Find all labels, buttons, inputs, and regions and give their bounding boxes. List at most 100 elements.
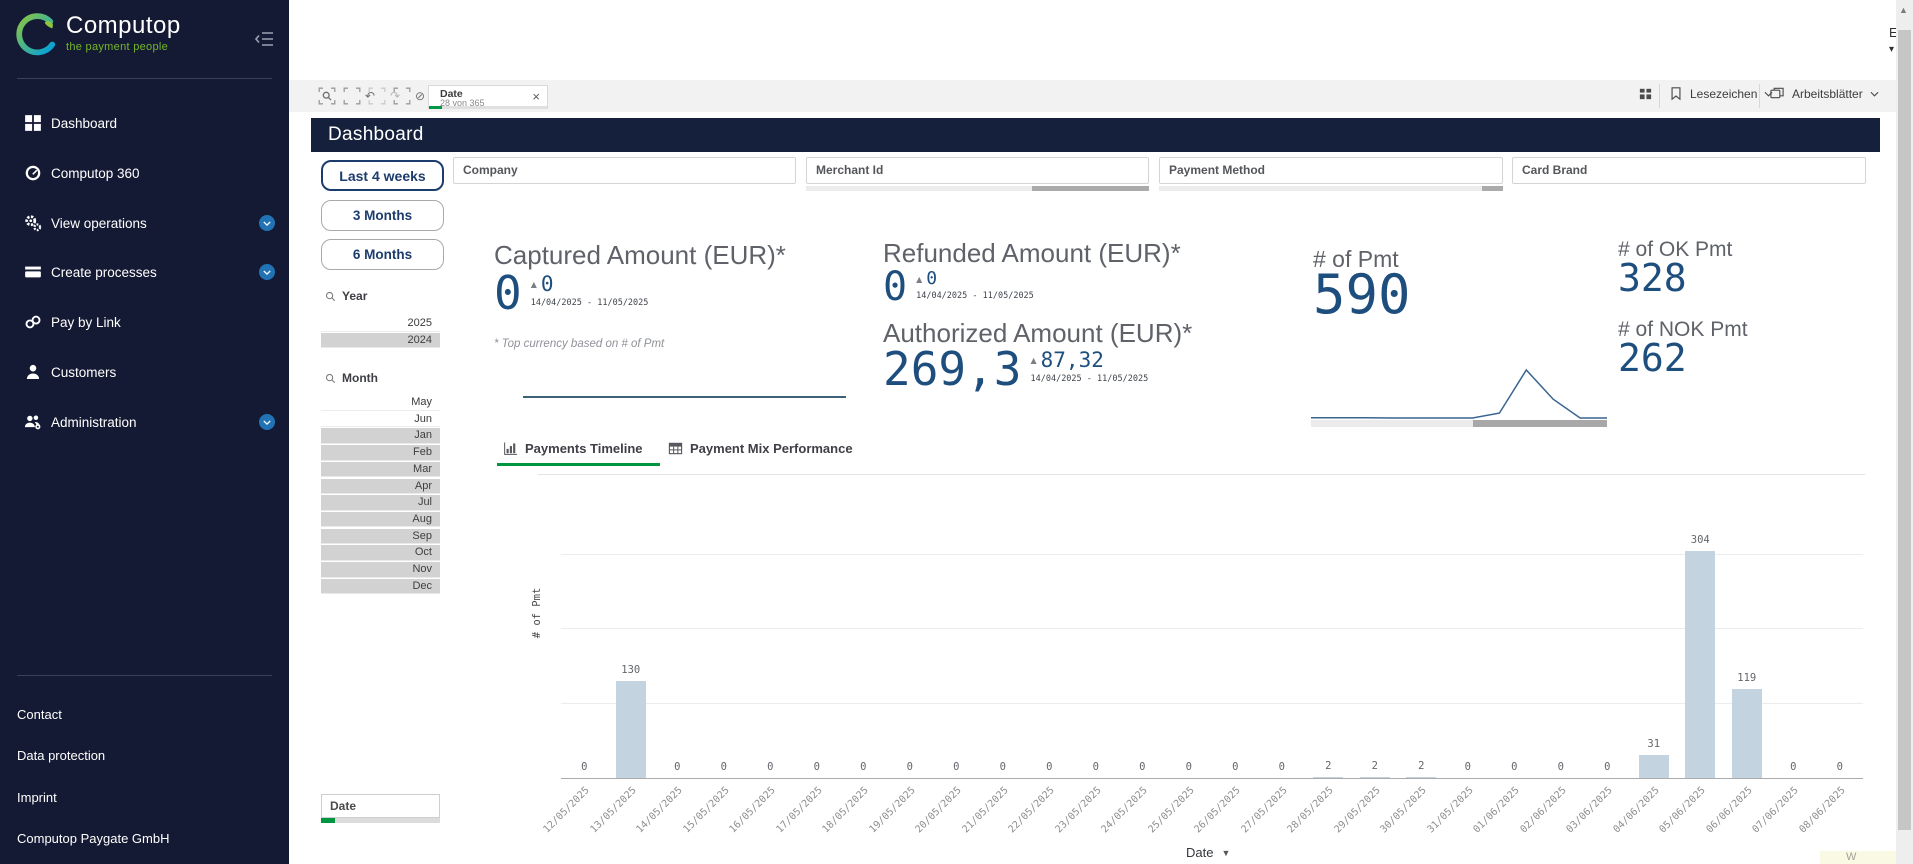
gears-icon: [24, 214, 42, 232]
year-listbox-header[interactable]: Year: [325, 289, 367, 303]
clear-icon: ⊘: [411, 87, 429, 105]
quick-filter-3-months[interactable]: 3 Months: [321, 200, 444, 231]
month-option-apr[interactable]: Apr: [321, 479, 440, 495]
bar-value-label: 0: [1577, 761, 1637, 773]
bar-29/05/2025[interactable]: [1360, 777, 1390, 779]
bar-05/06/2025[interactable]: [1685, 551, 1715, 778]
table-icon: [668, 441, 683, 456]
kpi-authorized[interactable]: 269,3 ▲ 87,32 14/04/2025 - 11/05/2025: [883, 350, 1148, 390]
brand-logo[interactable]: Computop the payment people: [16, 12, 181, 58]
tab-payments-timeline[interactable]: Payments Timeline: [503, 441, 643, 456]
month-option-jan[interactable]: Jan: [321, 428, 440, 444]
header-bar: English ▾ ct_teamtest_ct_bpalaniyandi ct…: [289, 0, 1913, 80]
link-icon: [24, 313, 42, 331]
footer-link-data-protection[interactable]: Data protection: [17, 748, 105, 763]
bar-06/06/2025[interactable]: [1732, 689, 1762, 778]
sidebar-divider: [17, 78, 272, 79]
sidebar-item-create-processes[interactable]: Create processes: [0, 255, 289, 289]
month-option-mar[interactable]: Mar: [321, 462, 440, 478]
expand-chevron-icon[interactable]: [259, 264, 275, 280]
app-window: English ▾ ct_teamtest_ct_bpalaniyandi ct…: [0, 0, 1913, 864]
year-option-2025[interactable]: 2025: [321, 316, 440, 332]
sidebar-item-dashboard[interactable]: Dashboard: [0, 106, 289, 140]
kpi-nok-value[interactable]: 262: [1618, 342, 1687, 375]
chart-x-axis-dimension[interactable]: Date▼: [1186, 845, 1230, 860]
search-selections-button[interactable]: [318, 87, 336, 105]
footer-link-contact[interactable]: Contact: [17, 707, 62, 722]
sidebar-collapse-button[interactable]: [255, 30, 275, 48]
expand-chevron-icon[interactable]: [259, 414, 275, 430]
sheet-title-bar: Dashboard: [311, 118, 1880, 152]
sparkline-scrollbar-track[interactable]: [1311, 420, 1473, 427]
computop-logo-icon: [16, 12, 58, 58]
month-option-jun[interactable]: Jun: [321, 412, 440, 428]
payments-timeline-chart[interactable]: 012/05/202513013/05/2025014/05/2025015/0…: [561, 480, 1863, 864]
filter-field-merchant-id[interactable]: Merchant Id: [806, 157, 1149, 184]
chart-gridline: [561, 703, 1863, 704]
month-option-feb[interactable]: Feb: [321, 445, 440, 461]
footer-link-imprint[interactable]: Imprint: [17, 790, 57, 805]
captured-sparkline: [523, 396, 846, 398]
footer-link-computop-paygate-gmbh[interactable]: Computop Paygate GmbH: [17, 831, 169, 846]
kpi-numpmt-value[interactable]: 590: [1313, 272, 1411, 318]
tab-payment-mix-performance[interactable]: Payment Mix Performance: [668, 441, 853, 456]
bar-04/06/2025[interactable]: [1639, 755, 1669, 778]
month-option-jul[interactable]: Jul: [321, 495, 440, 511]
quick-filter-last-4-weeks[interactable]: Last 4 weeks: [321, 160, 444, 191]
sidebar-item-view-operations[interactable]: View operations: [0, 206, 289, 240]
year-option-2024[interactable]: 2024: [321, 333, 440, 349]
month-option-oct[interactable]: Oct: [321, 545, 440, 561]
bar-value-label: 130: [601, 664, 661, 676]
sidebar-item-pay-by-link[interactable]: Pay by Link: [0, 305, 289, 339]
month-option-aug[interactable]: Aug: [321, 512, 440, 528]
month-option-dec[interactable]: Dec: [321, 579, 440, 595]
month-option-may[interactable]: May: [321, 395, 440, 411]
kpi-ok-value[interactable]: 328: [1618, 262, 1687, 295]
bookmarks-button[interactable]: Lesezeichen: [1669, 86, 1773, 101]
trend-up-icon: ▲: [531, 280, 537, 289]
trend-up-icon: ▲: [916, 275, 922, 284]
kpi-refunded-delta: 0: [926, 270, 937, 288]
kpi-captured[interactable]: 0 ▲ 0 14/04/2025 - 11/05/2025: [494, 274, 648, 314]
month-option-sep[interactable]: Sep: [321, 529, 440, 545]
sheets-button[interactable]: Arbeitsblätter: [1769, 86, 1879, 101]
step-back-button[interactable]: ↶: [343, 87, 361, 105]
sidebar-item-computop-360[interactable]: Computop 360: [0, 156, 289, 190]
app-overview-button[interactable]: [1638, 86, 1653, 101]
scroll-up-icon[interactable]: ▲: [1899, 5, 1908, 15]
month-option-nov[interactable]: Nov: [321, 562, 440, 578]
bar-28/05/2025[interactable]: [1313, 777, 1343, 779]
step-forward-button[interactable]: ↷: [368, 87, 386, 105]
selection-chip-date[interactable]: Date 28 von 365 ×: [428, 85, 548, 109]
scrollbar-thumb[interactable]: [1898, 30, 1911, 830]
chevron-down-icon: [1870, 91, 1879, 97]
kpi-refunded-title: Refunded Amount (EUR)*: [883, 238, 1181, 269]
kpi-captured-title: Captured Amount (EUR)*: [494, 240, 786, 271]
chart-gridline: [561, 628, 1863, 629]
bar-13/05/2025[interactable]: [616, 681, 646, 778]
bar-value-label: 31: [1624, 738, 1684, 750]
bookmarks-label: Lesezeichen: [1690, 87, 1757, 101]
kpi-refunded-period: 14/04/2025 - 11/05/2025: [916, 291, 1034, 301]
search-icon: [325, 373, 336, 384]
bookmark-icon: [1669, 86, 1683, 101]
clear-selections-button[interactable]: ⊘: [393, 87, 411, 105]
page-title: Dashboard: [328, 124, 424, 146]
active-tab-indicator: [497, 463, 660, 466]
sidebar-item-administration[interactable]: Administration: [0, 405, 289, 439]
kpi-refunded[interactable]: 0 ▲ 0 14/04/2025 - 11/05/2025: [883, 270, 1034, 304]
quick-filter-6-months[interactable]: 6 Months: [321, 239, 444, 270]
month-listbox-header[interactable]: Month: [325, 371, 378, 385]
date-listbox[interactable]: Date: [321, 794, 440, 818]
filter-field-company[interactable]: Company: [453, 157, 796, 184]
expand-chevron-icon[interactable]: [259, 215, 275, 231]
sheets-icon: [1769, 86, 1785, 101]
filter-field-card-brand[interactable]: Card Brand: [1512, 157, 1866, 184]
sidebar-item-label: Administration: [51, 415, 137, 430]
filter-field-payment-method[interactable]: Payment Method: [1159, 157, 1503, 184]
vertical-scrollbar[interactable]: ▲: [1896, 0, 1913, 864]
sparkline-scrollbar-thumb[interactable]: [1473, 420, 1607, 427]
close-icon[interactable]: ×: [532, 89, 540, 104]
sidebar-item-customers[interactable]: Customers: [0, 355, 289, 389]
bar-30/05/2025[interactable]: [1406, 777, 1436, 779]
